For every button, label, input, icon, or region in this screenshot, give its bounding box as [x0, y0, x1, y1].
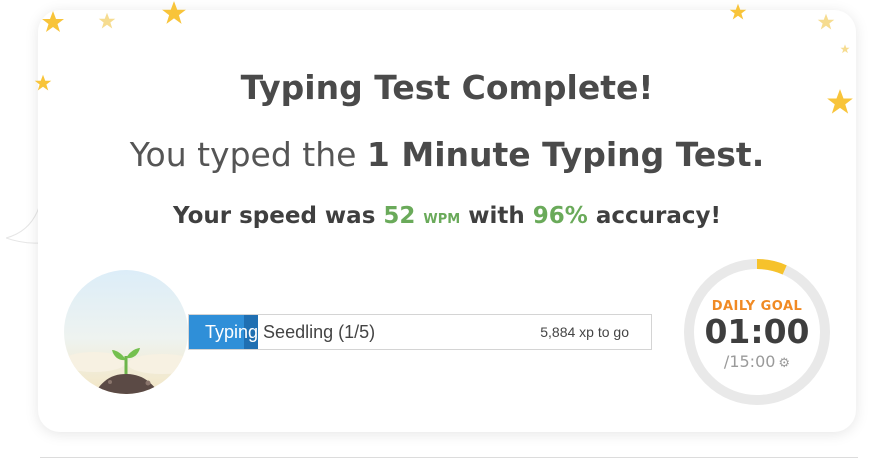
star-icon [817, 13, 835, 30]
daily-goal-total-wrap: /15:00 ⚙ [681, 352, 833, 371]
seedling-avatar-icon [64, 270, 188, 394]
speed-mid: with [460, 203, 533, 229]
speed-unit: WPM [423, 212, 461, 227]
result-card: Typing Test Complete! You typed the 1 Mi… [38, 10, 856, 432]
test-summary: You typed the 1 Minute Typing Test. [38, 135, 856, 174]
accuracy-value: 96% [532, 203, 588, 229]
star-icon [34, 74, 52, 91]
bottom-divider [40, 457, 858, 458]
level-progress-bar: Typing Seedling (1/5) 5,884 xp to go [188, 314, 652, 350]
test-summary-prefix: You typed the [129, 135, 367, 174]
star-icon [827, 89, 853, 114]
speed-value: 52 [383, 203, 416, 229]
daily-goal: DAILY GOAL 01:00 /15:00 ⚙ [681, 256, 833, 408]
star-icon [162, 1, 186, 24]
level-label-typed: Typing [205, 322, 259, 342]
gear-icon[interactable]: ⚙ [778, 356, 790, 371]
daily-goal-total: /15:00 [723, 352, 776, 371]
speed-summary: Your speed was 52 WPM with 96% accuracy! [38, 203, 856, 229]
star-icon [840, 44, 850, 54]
xp-to-go: 5,884 xp to go [540, 324, 629, 340]
level-label: Typing Seedling (1/5) [205, 322, 375, 342]
speed-suffix: accuracy! [587, 203, 721, 229]
level-label-rest: Seedling (1/5) [258, 322, 376, 342]
star-icon [98, 12, 116, 29]
level-label-wrap: Typing Seedling (1/5) [205, 322, 375, 343]
star-icon [729, 3, 747, 20]
result-title: Typing Test Complete! [240, 68, 654, 107]
daily-goal-time: 01:00 [704, 312, 810, 351]
speed-prefix: Your speed was [173, 203, 384, 229]
star-icon [42, 11, 64, 32]
test-name: 1 Minute Typing Test. [366, 135, 765, 174]
